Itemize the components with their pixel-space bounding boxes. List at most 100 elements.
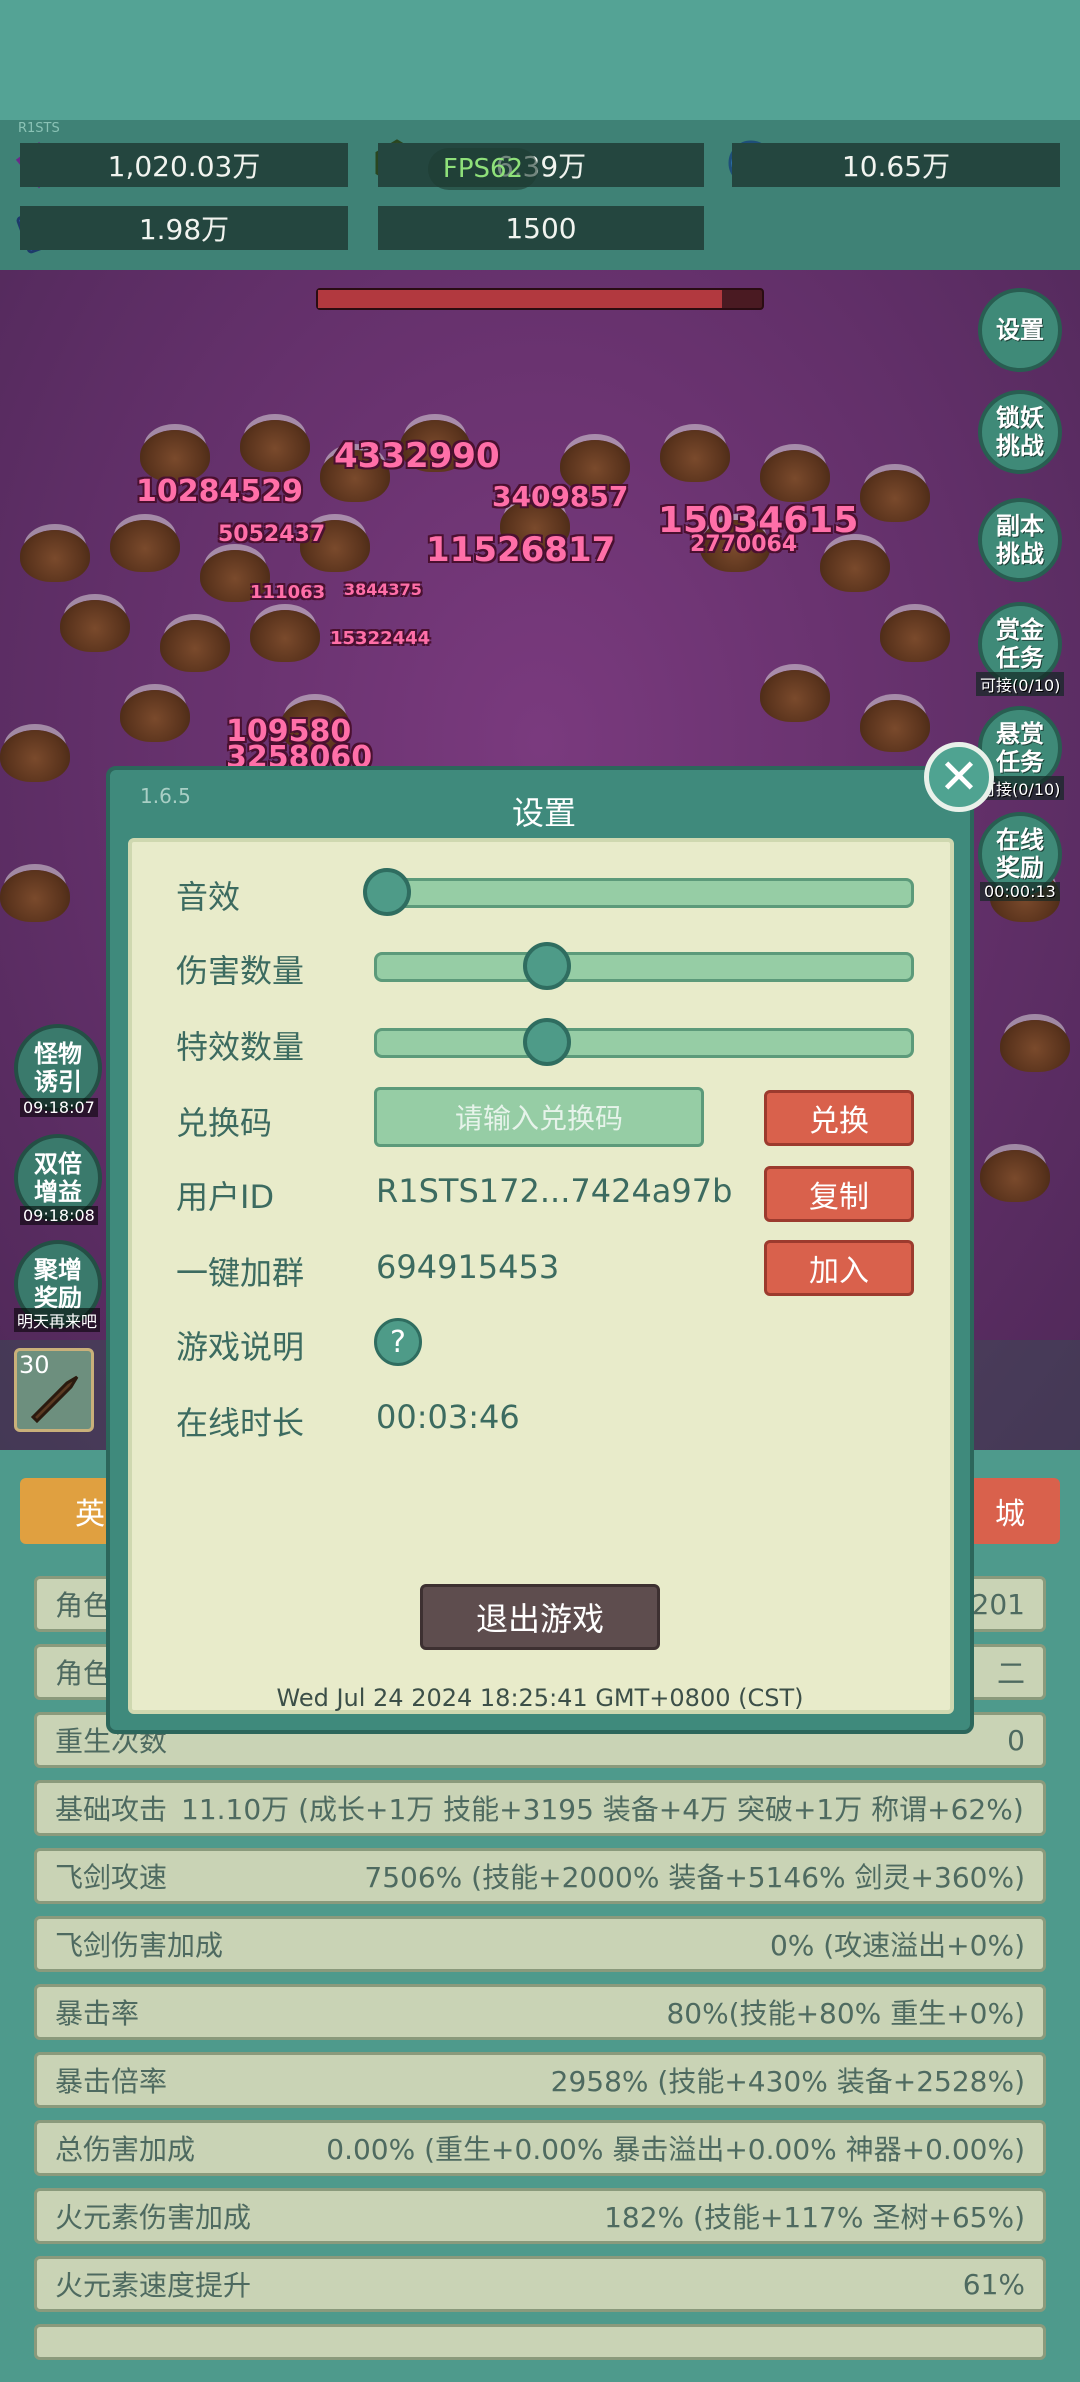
- damage-number: 5052437: [218, 522, 326, 547]
- damage-number: 3409857: [492, 480, 629, 513]
- monster: [860, 470, 930, 522]
- stat-value: 0.00% (重生+0.00% 暴击溢出+0.00% 神器+0.00%): [326, 2133, 1025, 2166]
- monster: [660, 430, 730, 482]
- stat-value: 11.10万 (成长+1万 技能+3195 装备+4万 突破+1万 称谓+62%…: [181, 1793, 1024, 1826]
- monster: [980, 1150, 1050, 1202]
- monster: [0, 730, 70, 782]
- damage-number: 3844375: [344, 580, 422, 599]
- group-number: 694915453: [376, 1248, 560, 1286]
- stat-row: 基础攻击 11.10万 (成长+1万 技能+3195 装备+4万 突破+1万 称谓…: [34, 1780, 1046, 1836]
- stat-label: 基础攻击: [55, 1793, 168, 1826]
- effects-count-slider[interactable]: [374, 1018, 914, 1066]
- stat-row: [34, 2324, 1046, 2360]
- online-reward-timer: 00:00:13: [980, 882, 1060, 901]
- resource-value: 1.98万: [20, 206, 348, 250]
- settings-button[interactable]: 设置: [978, 288, 1062, 372]
- redeem-code-input[interactable]: 请输入兑换码: [374, 1087, 704, 1147]
- damage-count-label: 伤害数量: [176, 952, 305, 990]
- resource-value: 1,020.03万: [20, 143, 348, 187]
- help-icon[interactable]: ?: [374, 1318, 422, 1366]
- stat-value: 7506% (技能+2000% 装备+5146% 剑灵+360%): [364, 1861, 1025, 1894]
- button-label: 锁妖挑战: [996, 404, 1044, 460]
- stat-value: 80%(技能+80% 重生+0%): [666, 1997, 1025, 2030]
- button-label: 赏金任务: [996, 616, 1044, 672]
- dialog-title: 设置: [511, 794, 576, 832]
- copy-button[interactable]: 复制: [764, 1166, 914, 1222]
- sword-icon: [30, 1375, 79, 1424]
- join-button[interactable]: 加入: [764, 1240, 914, 1296]
- fps-counter: FPS62: [428, 148, 538, 190]
- slider-handle[interactable]: [363, 868, 411, 916]
- redeem-label: 兑换码: [176, 1104, 273, 1142]
- stat-label: 暴击倍率: [55, 2065, 168, 2098]
- button-label: 副本挑战: [996, 512, 1044, 568]
- current-datetime: Wed Jul 24 2024 18:25:41 GMT+0800 (CST): [276, 1684, 804, 1712]
- online-time-label: 在线时长: [176, 1404, 305, 1442]
- monster: [880, 610, 950, 662]
- stat-label: 飞剑伤害加成: [55, 1929, 224, 1962]
- monster: [20, 530, 90, 582]
- stat-value: 2958% (技能+430% 装备+2528%): [550, 2065, 1025, 2098]
- resource-value: 10.65万: [732, 143, 1060, 187]
- resource-value: 1500: [378, 206, 704, 250]
- close-icon: ✕: [938, 749, 980, 805]
- stat-row: 飞剑伤害加成 0% (攻速溢出+0%): [34, 1916, 1046, 1972]
- damage-number: 10284529: [136, 474, 303, 509]
- stat-label: 火元素速度提升: [55, 2269, 252, 2302]
- damage-number: 15322444: [330, 628, 431, 649]
- exit-game-button[interactable]: 退出游戏: [420, 1584, 660, 1650]
- monster: [820, 540, 890, 592]
- monster: [60, 600, 130, 652]
- stat-label: 角色: [55, 1589, 112, 1622]
- monster: [120, 690, 190, 742]
- stat-row: 火元素速度提升 61%: [34, 2256, 1046, 2312]
- stat-row: 暴击倍率 2958% (技能+430% 装备+2528%): [34, 2052, 1046, 2108]
- button-label: 设置: [996, 316, 1044, 344]
- stat-label: 火元素伤害加成: [55, 2201, 252, 2234]
- monster: [0, 870, 70, 922]
- skill-slot[interactable]: 30: [14, 1348, 94, 1432]
- stat-value: 182% (技能+117% 圣树+65%): [604, 2201, 1025, 2234]
- demon-lock-challenge-button[interactable]: 锁妖挑战: [978, 390, 1062, 474]
- stat-value: 61%: [962, 2267, 1025, 2301]
- stat-row: 火元素伤害加成 182% (技能+117% 圣树+65%): [34, 2188, 1046, 2244]
- resource-value: 6.39万: [378, 143, 704, 187]
- stat-value: 201: [971, 1587, 1025, 1621]
- stat-label: 角色: [55, 1657, 112, 1690]
- sound-label: 音效: [176, 878, 241, 916]
- monster: [240, 420, 310, 472]
- user-id-label: 用户ID: [176, 1178, 275, 1216]
- join-group-label: 一键加群: [176, 1254, 305, 1292]
- stat-row: 暴击率 80%(技能+80% 重生+0%): [34, 1984, 1046, 2040]
- boss-health-bar: [316, 288, 764, 310]
- stat-value: 0: [1007, 1723, 1025, 1757]
- button-label: 在线奖励: [996, 826, 1044, 882]
- damage-number: 111063: [250, 582, 326, 603]
- build-tag: R1STS: [18, 121, 60, 136]
- close-button[interactable]: ✕: [924, 742, 994, 812]
- effects-count-label: 特效数量: [176, 1028, 305, 1066]
- damage-number: 4332990: [334, 436, 500, 476]
- double-buff-timer: 09:18:08: [20, 1206, 98, 1225]
- monster: [160, 620, 230, 672]
- status-area: [0, 0, 1080, 120]
- monster: [250, 610, 320, 662]
- online-time-value: 00:03:46: [376, 1398, 520, 1436]
- tab-city[interactable]: 城: [960, 1478, 1060, 1544]
- sound-slider[interactable]: [363, 868, 914, 916]
- monster: [1000, 1020, 1070, 1072]
- redeem-button[interactable]: 兑换: [764, 1090, 914, 1146]
- monster: [760, 450, 830, 502]
- stat-value: 二: [996, 1657, 1025, 1690]
- button-label: 聚增奖励: [34, 1256, 82, 1312]
- game-guide-label: 游戏说明: [176, 1328, 305, 1366]
- stat-label: 暴击率: [55, 1997, 140, 2030]
- damage-number: 11526817: [426, 530, 616, 570]
- monster-lure-timer: 09:18:07: [20, 1098, 98, 1117]
- damage-count-slider[interactable]: [374, 942, 914, 990]
- stat-row: 飞剑攻速 7506% (技能+2000% 装备+5146% 剑灵+360%): [34, 1848, 1046, 1904]
- stat-label: 飞剑攻速: [55, 1861, 168, 1894]
- dungeon-challenge-button[interactable]: 副本挑战: [978, 498, 1062, 582]
- button-label: 悬赏任务: [996, 720, 1044, 776]
- stat-label: 总伤害加成: [55, 2133, 196, 2166]
